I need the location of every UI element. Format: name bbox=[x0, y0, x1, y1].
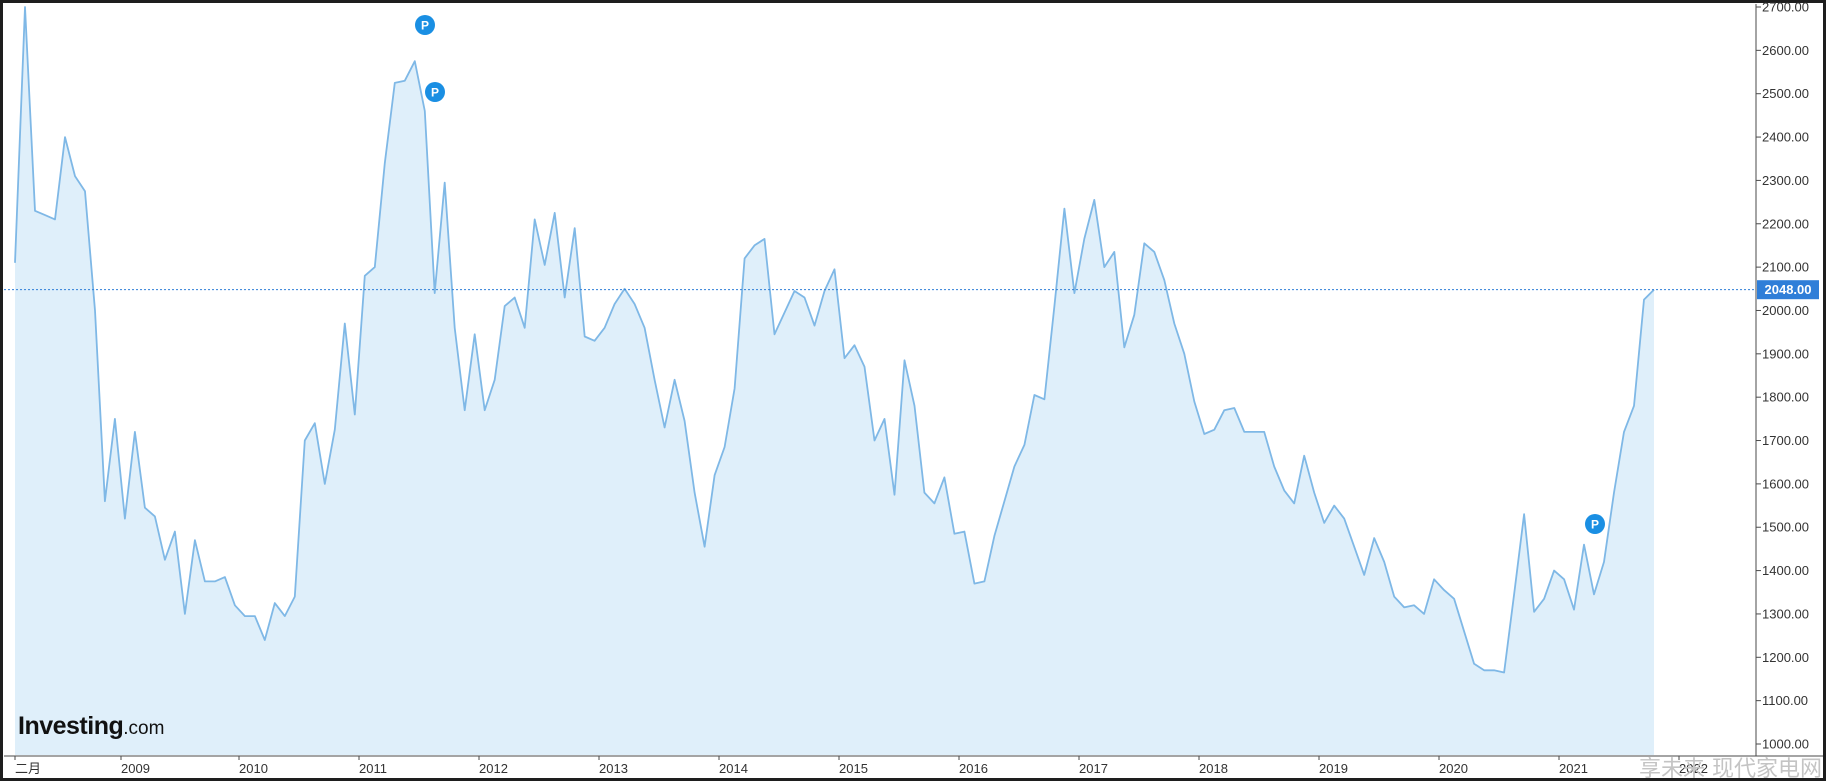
event-marker-label: P bbox=[1591, 518, 1599, 532]
y-tick-label: 2300.00 bbox=[1762, 173, 1809, 188]
y-tick-label: 1600.00 bbox=[1762, 476, 1809, 491]
watermark: 享未来 现代家电网 bbox=[1639, 757, 1822, 781]
y-axis: 2700.00 2600.00 2500.00 2400.00 2300.00 2200.… bbox=[1756, 0, 1809, 752]
y-tick-label: 2000.00 bbox=[1762, 303, 1809, 318]
y-tick-label: 1300.00 bbox=[1762, 606, 1809, 621]
y-tick-label: 2600.00 bbox=[1762, 43, 1809, 58]
x-tick-label: 2014 bbox=[719, 761, 748, 776]
x-tick-label: 2011 bbox=[359, 761, 387, 776]
y-tick-label: 1400.00 bbox=[1762, 563, 1809, 578]
y-tick-label: 2500.00 bbox=[1762, 86, 1809, 101]
event-marker[interactable]: P bbox=[415, 15, 435, 35]
x-tick-label: 2013 bbox=[599, 761, 628, 776]
current-price-label: 2048.00 bbox=[1765, 282, 1812, 297]
price-chart: 2700.00 2600.00 2500.00 2400.00 2300.00 2200.… bbox=[0, 0, 1826, 781]
y-tick-label: 2200.00 bbox=[1762, 216, 1809, 231]
y-tick-label: 1200.00 bbox=[1762, 650, 1809, 665]
event-marker-label: P bbox=[431, 86, 439, 100]
x-tick-label: 2010 bbox=[239, 761, 268, 776]
series-area-fill bbox=[15, 7, 1654, 755]
y-tick-label: 1500.00 bbox=[1762, 520, 1809, 535]
event-marker[interactable]: P bbox=[425, 82, 445, 102]
event-marker[interactable]: P bbox=[1585, 514, 1605, 534]
x-tick-label: 2015 bbox=[839, 761, 868, 776]
y-tick-label: 2100.00 bbox=[1762, 260, 1809, 275]
logo-brand-text: Investing bbox=[18, 712, 123, 740]
y-tick-label: 2400.00 bbox=[1762, 130, 1809, 145]
y-tick-label: 1800.00 bbox=[1762, 390, 1809, 405]
current-price-badge: 2048.00 bbox=[1757, 280, 1819, 300]
x-tick-label: 2018 bbox=[1199, 761, 1228, 776]
x-tick-label: 2017 bbox=[1079, 761, 1108, 776]
x-tick-label: 2016 bbox=[959, 761, 988, 776]
event-marker-label: P bbox=[421, 19, 429, 33]
y-tick-label: 1900.00 bbox=[1762, 346, 1809, 361]
y-tick-label: 1700.00 bbox=[1762, 433, 1809, 448]
y-tick-label: 1100.00 bbox=[1762, 693, 1808, 708]
x-tick-label: 2019 bbox=[1319, 761, 1348, 776]
x-tick-label: 2009 bbox=[121, 761, 150, 776]
logo-suffix-text: .com bbox=[123, 718, 164, 739]
x-tick-label: 2020 bbox=[1439, 761, 1468, 776]
x-tick-label: 二月 bbox=[15, 761, 41, 776]
x-tick-label: 2012 bbox=[479, 761, 508, 776]
x-axis: 二月 2009 2010 2011 2012 2013 2014 2015 2016 2017 20… bbox=[14, 756, 1708, 776]
plot-area bbox=[14, 6, 1655, 755]
y-tick-label: 1000.00 bbox=[1762, 737, 1809, 752]
y-tick-label: 2700.00 bbox=[1762, 0, 1809, 15]
x-tick-label: 2021 bbox=[1559, 761, 1588, 776]
